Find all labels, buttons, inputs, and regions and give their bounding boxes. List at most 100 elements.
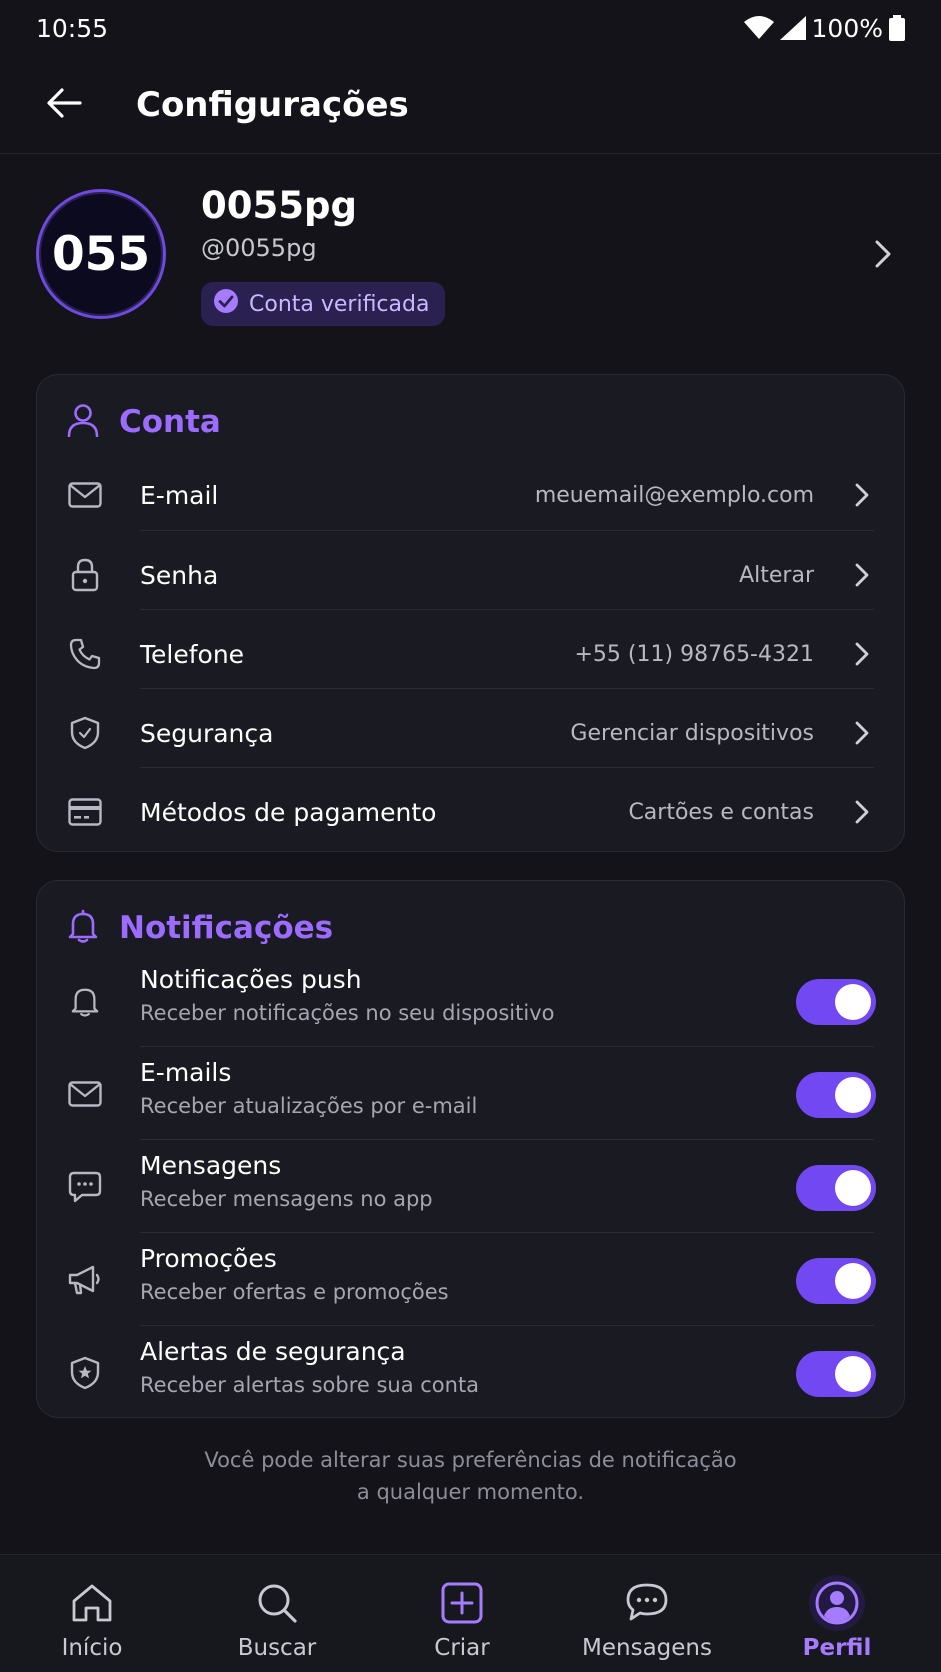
notif-row-push: Notificações push Receber notificações n… [37, 955, 906, 1047]
chat-icon [619, 1575, 675, 1631]
account-section: Conta E-mail meuemail@exemplo.com Senha … [36, 374, 905, 852]
notif-title: Mensagens [140, 1151, 282, 1180]
security-alerts-toggle[interactable] [796, 1351, 876, 1397]
account-header: Conta [67, 397, 221, 447]
notif-subtitle: Receber mensagens no app [140, 1187, 433, 1211]
row-label: Segurança [140, 718, 274, 748]
notif-title: Notificações push [140, 965, 362, 994]
status-bar: 10:55 100% [0, 0, 941, 56]
divider [140, 688, 874, 689]
verified-badge: Conta verificada [201, 282, 446, 326]
divider [140, 1232, 874, 1233]
notif-title: E-mails [140, 1058, 232, 1087]
toggle-knob [835, 1077, 871, 1113]
profile-icon [809, 1575, 865, 1631]
nav-label: Criar [434, 1635, 490, 1661]
status-time: 10:55 [36, 13, 109, 43]
back-button[interactable] [30, 71, 98, 139]
divider [140, 767, 874, 768]
arrow-left-icon [46, 87, 82, 123]
account-row-payment[interactable]: Métodos de pagamento Cartões e contas [37, 772, 906, 852]
shield-star-icon [65, 1353, 105, 1393]
app-bar: Configurações [0, 56, 941, 154]
account-title: Conta [119, 404, 221, 440]
row-value: Alterar [739, 562, 814, 588]
notif-row-messages: Mensagens Receber mensagens no app [37, 1141, 906, 1233]
toggle-knob [835, 984, 871, 1020]
notif-subtitle: Receber ofertas e promoções [140, 1280, 449, 1304]
bottom-nav: Início Buscar Criar Mensagens Perfil [0, 1554, 941, 1672]
chevron-right-icon [846, 479, 878, 511]
notif-title: Promoções [140, 1244, 277, 1273]
nav-item-messages[interactable]: Mensagens [572, 1555, 722, 1672]
notifications-section: Notificações Notificações push Receber n… [36, 880, 905, 1418]
notif-subtitle: Receber atualizações por e-mail [140, 1094, 478, 1118]
push-toggle[interactable] [796, 979, 876, 1025]
mail-icon [65, 475, 105, 515]
profile-handle: @0055pg [201, 234, 317, 262]
row-label: Telefone [140, 639, 245, 669]
notif-title: Alertas de segurança [140, 1337, 406, 1366]
phone-icon [65, 634, 105, 674]
toggle-knob [835, 1263, 871, 1299]
chevron-right-icon [846, 559, 878, 591]
battery-percent: 100% [811, 13, 883, 43]
notif-subtitle: Receber notificações no seu dispositivo [140, 1001, 555, 1025]
nav-item-search[interactable]: Buscar [202, 1555, 352, 1672]
notif-row-emails: E-mails Receber atualizações por e-mail [37, 1048, 906, 1140]
nav-item-profile[interactable]: Perfil [762, 1555, 912, 1672]
chevron-right-icon [846, 796, 878, 828]
user-icon [67, 403, 99, 441]
nav-label: Perfil [802, 1635, 872, 1661]
lock-icon [65, 555, 105, 595]
notif-subtitle: Receber alertas sobre sua conta [140, 1373, 480, 1397]
battery-icon [889, 15, 905, 41]
chevron-right-icon [846, 717, 878, 749]
divider [140, 530, 874, 531]
row-value: +55 (11) 98765-4321 [574, 641, 815, 667]
mail-icon [65, 1074, 105, 1114]
wifi-icon [743, 16, 774, 40]
nav-item-create[interactable]: Criar [387, 1555, 537, 1672]
footnote: Você pode alterar suas preferências de n… [0, 1444, 941, 1508]
account-row-phone[interactable]: Telefone +55 (11) 98765-4321 [37, 614, 906, 694]
row-value: Gerenciar dispositivos [570, 720, 814, 746]
nav-item-home[interactable]: Início [17, 1555, 167, 1672]
card-icon [65, 792, 105, 832]
status-indicators: 100% [743, 13, 905, 43]
profile-name: 0055pg [201, 184, 357, 227]
account-row-security[interactable]: Segurança Gerenciar dispositivos [37, 693, 906, 773]
emails-toggle[interactable] [796, 1072, 876, 1118]
avatar: 055 [36, 189, 166, 319]
nav-label: Início [61, 1635, 123, 1661]
page-title: Configurações [136, 84, 409, 125]
divider [140, 609, 874, 610]
divider [140, 1139, 874, 1140]
promotions-toggle[interactable] [796, 1258, 876, 1304]
footnote-line-1: Você pode alterar suas preferências de n… [204, 1448, 737, 1472]
account-row-email[interactable]: E-mail meuemail@exemplo.com [37, 455, 906, 535]
chevron-right-icon[interactable] [865, 236, 901, 272]
footnote-line-2: a qualquer momento. [356, 1480, 585, 1504]
profile-header[interactable]: 055 0055pg @0055pg Conta verificada [36, 184, 905, 326]
row-label: Senha [140, 560, 219, 590]
row-label: E-mail [140, 480, 219, 510]
divider [140, 1046, 874, 1047]
notif-row-security-alerts: Alertas de segurança Receber alertas sob… [37, 1327, 906, 1419]
shield-icon [65, 713, 105, 753]
search-icon [249, 1575, 305, 1631]
nav-label: Mensagens [582, 1635, 712, 1661]
messages-toggle[interactable] [796, 1165, 876, 1211]
account-row-password[interactable]: Senha Alterar [37, 535, 906, 615]
megaphone-icon [65, 1260, 105, 1300]
row-label: Métodos de pagamento [140, 797, 437, 827]
notifications-title: Notificações [119, 910, 334, 946]
bell-icon [65, 981, 105, 1021]
bell-icon [67, 909, 99, 947]
home-icon [64, 1575, 120, 1631]
plus-square-icon [434, 1575, 490, 1631]
toggle-knob [835, 1356, 871, 1392]
row-value: meuemail@exemplo.com [534, 482, 814, 508]
check-circle-icon [213, 288, 239, 320]
row-value: Cartões e contas [628, 799, 814, 825]
